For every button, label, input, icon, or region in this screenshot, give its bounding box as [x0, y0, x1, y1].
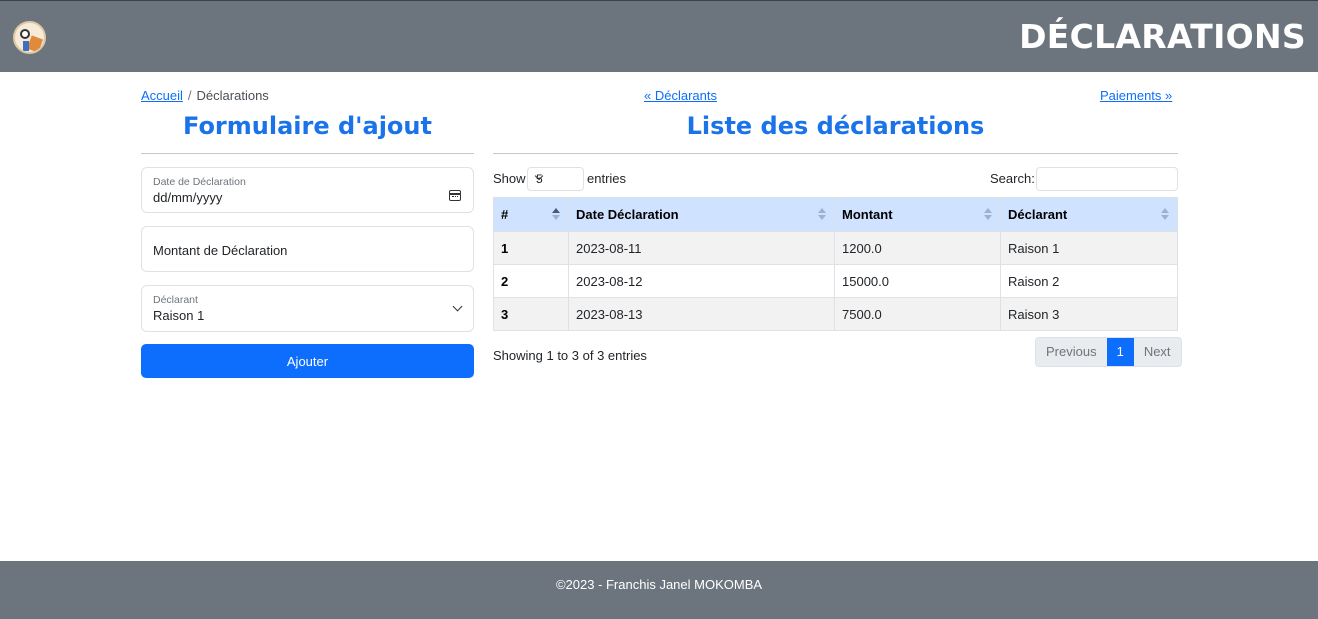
table-row: 2 2023-08-12 15000.0 Raison 2	[493, 264, 1178, 298]
column-header-amount[interactable]: Montant	[834, 197, 1001, 232]
footer: ©2023 - Franchis Janel MOKOMBA	[0, 561, 1318, 619]
sort-icon	[1161, 208, 1169, 222]
chevron-down-icon	[452, 301, 463, 312]
date-field[interactable]: Date de Déclaration dd/mm/yyyy	[141, 167, 474, 213]
breadcrumb-current: Déclarations	[196, 88, 269, 103]
footer-text: ©2023 - Franchis Janel MOKOMBA	[555, 577, 763, 592]
entries-label: entries	[587, 171, 627, 186]
previous-page-button[interactable]: Previous	[1036, 338, 1107, 366]
date-field-value: dd/mm/yyyy	[153, 190, 223, 205]
table-info: Showing 1 to 3 of 3 entries	[493, 348, 647, 363]
row-id: 1	[493, 231, 569, 265]
sort-icon	[552, 208, 560, 222]
page-title: DÉCLARATIONS	[1019, 17, 1306, 56]
top-bar: DÉCLARATIONS	[0, 0, 1318, 72]
breadcrumb-home-link[interactable]: Accueil	[141, 88, 183, 103]
show-label: Show	[493, 171, 526, 186]
declarant-value: Raison 1	[153, 308, 205, 323]
paiements-link[interactable]: Paiements »	[1100, 88, 1172, 103]
row-date: 2023-08-13	[568, 297, 835, 331]
sort-icon	[984, 208, 992, 222]
table-row: 3 2023-08-13 7500.0 Raison 3	[493, 297, 1178, 331]
page-length-select[interactable]: 5	[527, 167, 584, 191]
row-declarant: Raison 1	[1000, 231, 1178, 265]
row-declarant: Raison 3	[1000, 297, 1178, 331]
add-button[interactable]: Ajouter	[141, 344, 474, 378]
breadcrumb: Accueil / Déclarations	[141, 88, 269, 103]
form-title: Formulaire d'ajout	[183, 112, 432, 140]
form-divider	[141, 153, 474, 154]
column-header-date[interactable]: Date Déclaration	[568, 197, 835, 232]
amount-placeholder: Montant de Déclaration	[153, 243, 288, 258]
date-field-label: Date de Déclaration	[153, 176, 246, 188]
row-declarant: Raison 2	[1000, 264, 1178, 298]
column-header-id[interactable]: #	[493, 197, 569, 232]
calendar-icon[interactable]	[449, 190, 461, 201]
row-id: 3	[493, 297, 569, 331]
row-date: 2023-08-12	[568, 264, 835, 298]
search-label: Search:	[990, 171, 1035, 186]
row-amount: 15000.0	[834, 264, 1001, 298]
list-divider	[493, 153, 1178, 154]
avatar-logo-icon[interactable]	[13, 21, 46, 54]
list-title: Liste des déclarations	[686, 112, 985, 140]
row-date: 2023-08-11	[568, 231, 835, 265]
page-1-button[interactable]: 1	[1106, 338, 1134, 366]
row-id: 2	[493, 264, 569, 298]
table-row: 1 2023-08-11 1200.0 Raison 1	[493, 231, 1178, 265]
next-page-button[interactable]: Next	[1134, 338, 1181, 366]
declarant-label: Déclarant	[153, 294, 198, 306]
pagination: Previous 1 Next	[1035, 337, 1182, 367]
declarations-table: # Date Déclaration Montant Déclarant 1 2…	[493, 197, 1178, 331]
declarants-link[interactable]: « Déclarants	[644, 88, 717, 103]
row-amount: 1200.0	[834, 231, 1001, 265]
column-header-declarant[interactable]: Déclarant	[1000, 197, 1178, 232]
row-amount: 7500.0	[834, 297, 1001, 331]
sort-icon	[818, 208, 826, 222]
search-input[interactable]	[1036, 167, 1178, 191]
breadcrumb-separator: /	[187, 88, 192, 103]
amount-field[interactable]: Montant de Déclaration	[141, 226, 474, 272]
declarant-select[interactable]: Déclarant Raison 1	[141, 285, 474, 332]
